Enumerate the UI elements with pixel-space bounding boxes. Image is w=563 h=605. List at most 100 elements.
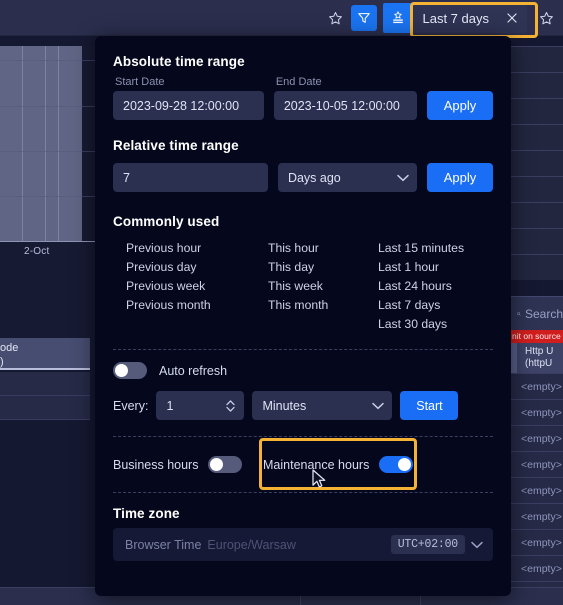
business-hours-group: Business hours (113, 456, 253, 473)
refresh-interval-stepper[interactable]: 1 (156, 391, 245, 420)
quick-range-previous-day[interactable]: Previous day (113, 259, 255, 275)
relative-time-range-row: 7 Days ago Apply (113, 163, 493, 192)
right-table-column-line1: Http U (525, 346, 554, 357)
end-date-field-group: End Date 2023-10-05 12:00:00 (273, 71, 417, 120)
chart-gridline-h (0, 106, 97, 107)
right-table-row[interactable] (511, 254, 563, 280)
quick-range-this-hour[interactable]: This hour (255, 240, 365, 256)
right-table-empty-cell[interactable]: <empty> (511, 399, 563, 425)
timezone-secondary-label: Europe/Warsaw (207, 537, 296, 552)
timezone-title: Time zone (113, 506, 180, 521)
favorite-button[interactable] (323, 5, 349, 31)
bookmark-button[interactable] (533, 5, 559, 31)
right-table-empty-cell[interactable]: <empty> (511, 529, 563, 555)
star-outline-icon (539, 11, 553, 24)
quick-range-this-day[interactable]: This day (255, 259, 365, 275)
right-table-empty-cell[interactable]: <empty> (511, 425, 563, 451)
right-table-row[interactable] (511, 202, 563, 228)
chart-bar-area (0, 46, 82, 241)
timezone-select[interactable]: Browser Time Europe/Warsaw UTC+02:00 (113, 528, 493, 561)
absolute-apply-button[interactable]: Apply (427, 91, 493, 120)
right-table-empty-cell[interactable]: <empty> (511, 555, 563, 581)
quick-range-this-week[interactable]: This week (255, 278, 365, 294)
auto-refresh-label: Auto refresh (159, 363, 228, 378)
right-table-row[interactable] (511, 150, 563, 176)
commonly-used-column-1: Previous hour Previous day Previous week… (113, 240, 255, 332)
left-table-row[interactable] (0, 372, 90, 396)
end-date-input[interactable]: 2023-10-05 12:00:00 (273, 91, 417, 120)
right-table-empty-cell[interactable]: <empty> (511, 503, 563, 529)
auto-refresh-toggle[interactable] (113, 362, 147, 379)
right-table-row[interactable] (511, 124, 563, 150)
filter-button[interactable] (350, 5, 377, 31)
absolute-time-range-row: Start Date 2023-09-28 12:00:00 End Date … (113, 71, 493, 120)
start-auto-refresh-button[interactable]: Start (400, 391, 459, 420)
quick-range-last-15-minutes[interactable]: Last 15 minutes (365, 240, 485, 256)
left-table-header-line2: ) (0, 356, 4, 368)
right-table-search-box[interactable]: Search (511, 296, 563, 330)
right-table-row[interactable] (511, 72, 563, 98)
relative-amount-input[interactable]: 7 (113, 163, 268, 192)
maintenance-hours-group: Maintenance hours (253, 447, 425, 482)
quick-range-last-7-days[interactable]: Last 7 days (365, 297, 485, 313)
filter-icon (357, 13, 370, 23)
star-icon (329, 11, 342, 24)
stepper-updown-icon (226, 399, 236, 412)
toolbar: Last 7 days (0, 0, 563, 36)
quick-range-last-30-days[interactable]: Last 30 days (365, 316, 485, 332)
every-label: Every: (113, 398, 149, 413)
quick-range-this-month[interactable]: This month (255, 297, 365, 313)
alert-banner: nit on source (511, 330, 563, 343)
close-icon (507, 13, 517, 23)
start-date-input[interactable]: 2023-09-28 12:00:00 (113, 91, 264, 120)
right-table-row[interactable] (511, 98, 563, 124)
chart-gridline-v (22, 46, 23, 241)
calendar-star-icon (392, 10, 403, 24)
chart-gridline-v (58, 46, 59, 241)
toggle-knob (210, 458, 224, 471)
maintenance-hours-toggle[interactable] (379, 456, 414, 473)
hours-filters-row: Business hours Maintenance hours (113, 438, 493, 490)
refresh-interval-value: 1 (166, 398, 174, 413)
right-table-row[interactable] (511, 228, 563, 254)
refresh-unit-select[interactable]: Minutes (252, 391, 393, 420)
quick-range-last-24-hours[interactable]: Last 24 hours (365, 278, 485, 294)
commonly-used-column-2: This hour This day This week This month (255, 240, 365, 332)
end-date-label: End Date (275, 76, 322, 88)
quick-range-last-1-hour[interactable]: Last 1 hour (365, 259, 485, 275)
right-table-column-line2: (httpU (525, 358, 553, 369)
toolbar-actions: Last 7 days (323, 0, 560, 36)
maintenance-hours-label: Maintenance hours (263, 457, 370, 472)
quick-range-previous-hour[interactable]: Previous hour (113, 240, 255, 256)
chart-gridline-v (45, 46, 46, 241)
right-table-column-header[interactable]: Http U (httpU (511, 343, 563, 373)
time-range-picker-dialog: Absolute time range Start Date 2023-09-2… (95, 36, 511, 596)
business-hours-label: Business hours (113, 457, 199, 472)
commonly-used-column-3: Last 15 minutes Last 1 hour Last 24 hour… (365, 240, 485, 332)
commonly-used-title: Commonly used (113, 214, 220, 229)
business-hours-toggle[interactable] (208, 456, 243, 473)
timezone-offset-badge: UTC+02:00 (390, 535, 465, 554)
quick-range-previous-week[interactable]: Previous week (113, 278, 255, 294)
time-range-chip-close-button[interactable] (501, 3, 527, 33)
background-right-table: Search nit on source Http U (httpU <empt… (511, 46, 563, 605)
relative-time-range-title: Relative time range (113, 138, 239, 153)
right-table-empty-cell[interactable]: <empty> (511, 477, 563, 503)
separator (113, 492, 493, 493)
right-table-empty-cell[interactable]: <empty> (511, 451, 563, 477)
chart-gridline-h (0, 60, 97, 61)
right-table-row[interactable] (511, 46, 563, 72)
left-table-row[interactable] (0, 396, 90, 420)
chevron-down-icon (397, 174, 409, 181)
chart-x-axis (0, 241, 97, 242)
time-range-chip[interactable]: Last 7 days (382, 3, 527, 33)
right-table-row[interactable] (511, 176, 563, 202)
relative-apply-button[interactable]: Apply (427, 163, 493, 192)
relative-unit-value: Days ago (287, 170, 341, 185)
right-table-search-placeholder: Search (524, 306, 563, 321)
auto-refresh-row: Auto refresh (113, 362, 493, 379)
quick-range-previous-month[interactable]: Previous month (113, 297, 255, 313)
relative-unit-select[interactable]: Days ago (277, 163, 417, 192)
start-date-field-group: Start Date 2023-09-28 12:00:00 (113, 71, 264, 120)
right-table-empty-cell[interactable]: <empty> (511, 373, 563, 399)
